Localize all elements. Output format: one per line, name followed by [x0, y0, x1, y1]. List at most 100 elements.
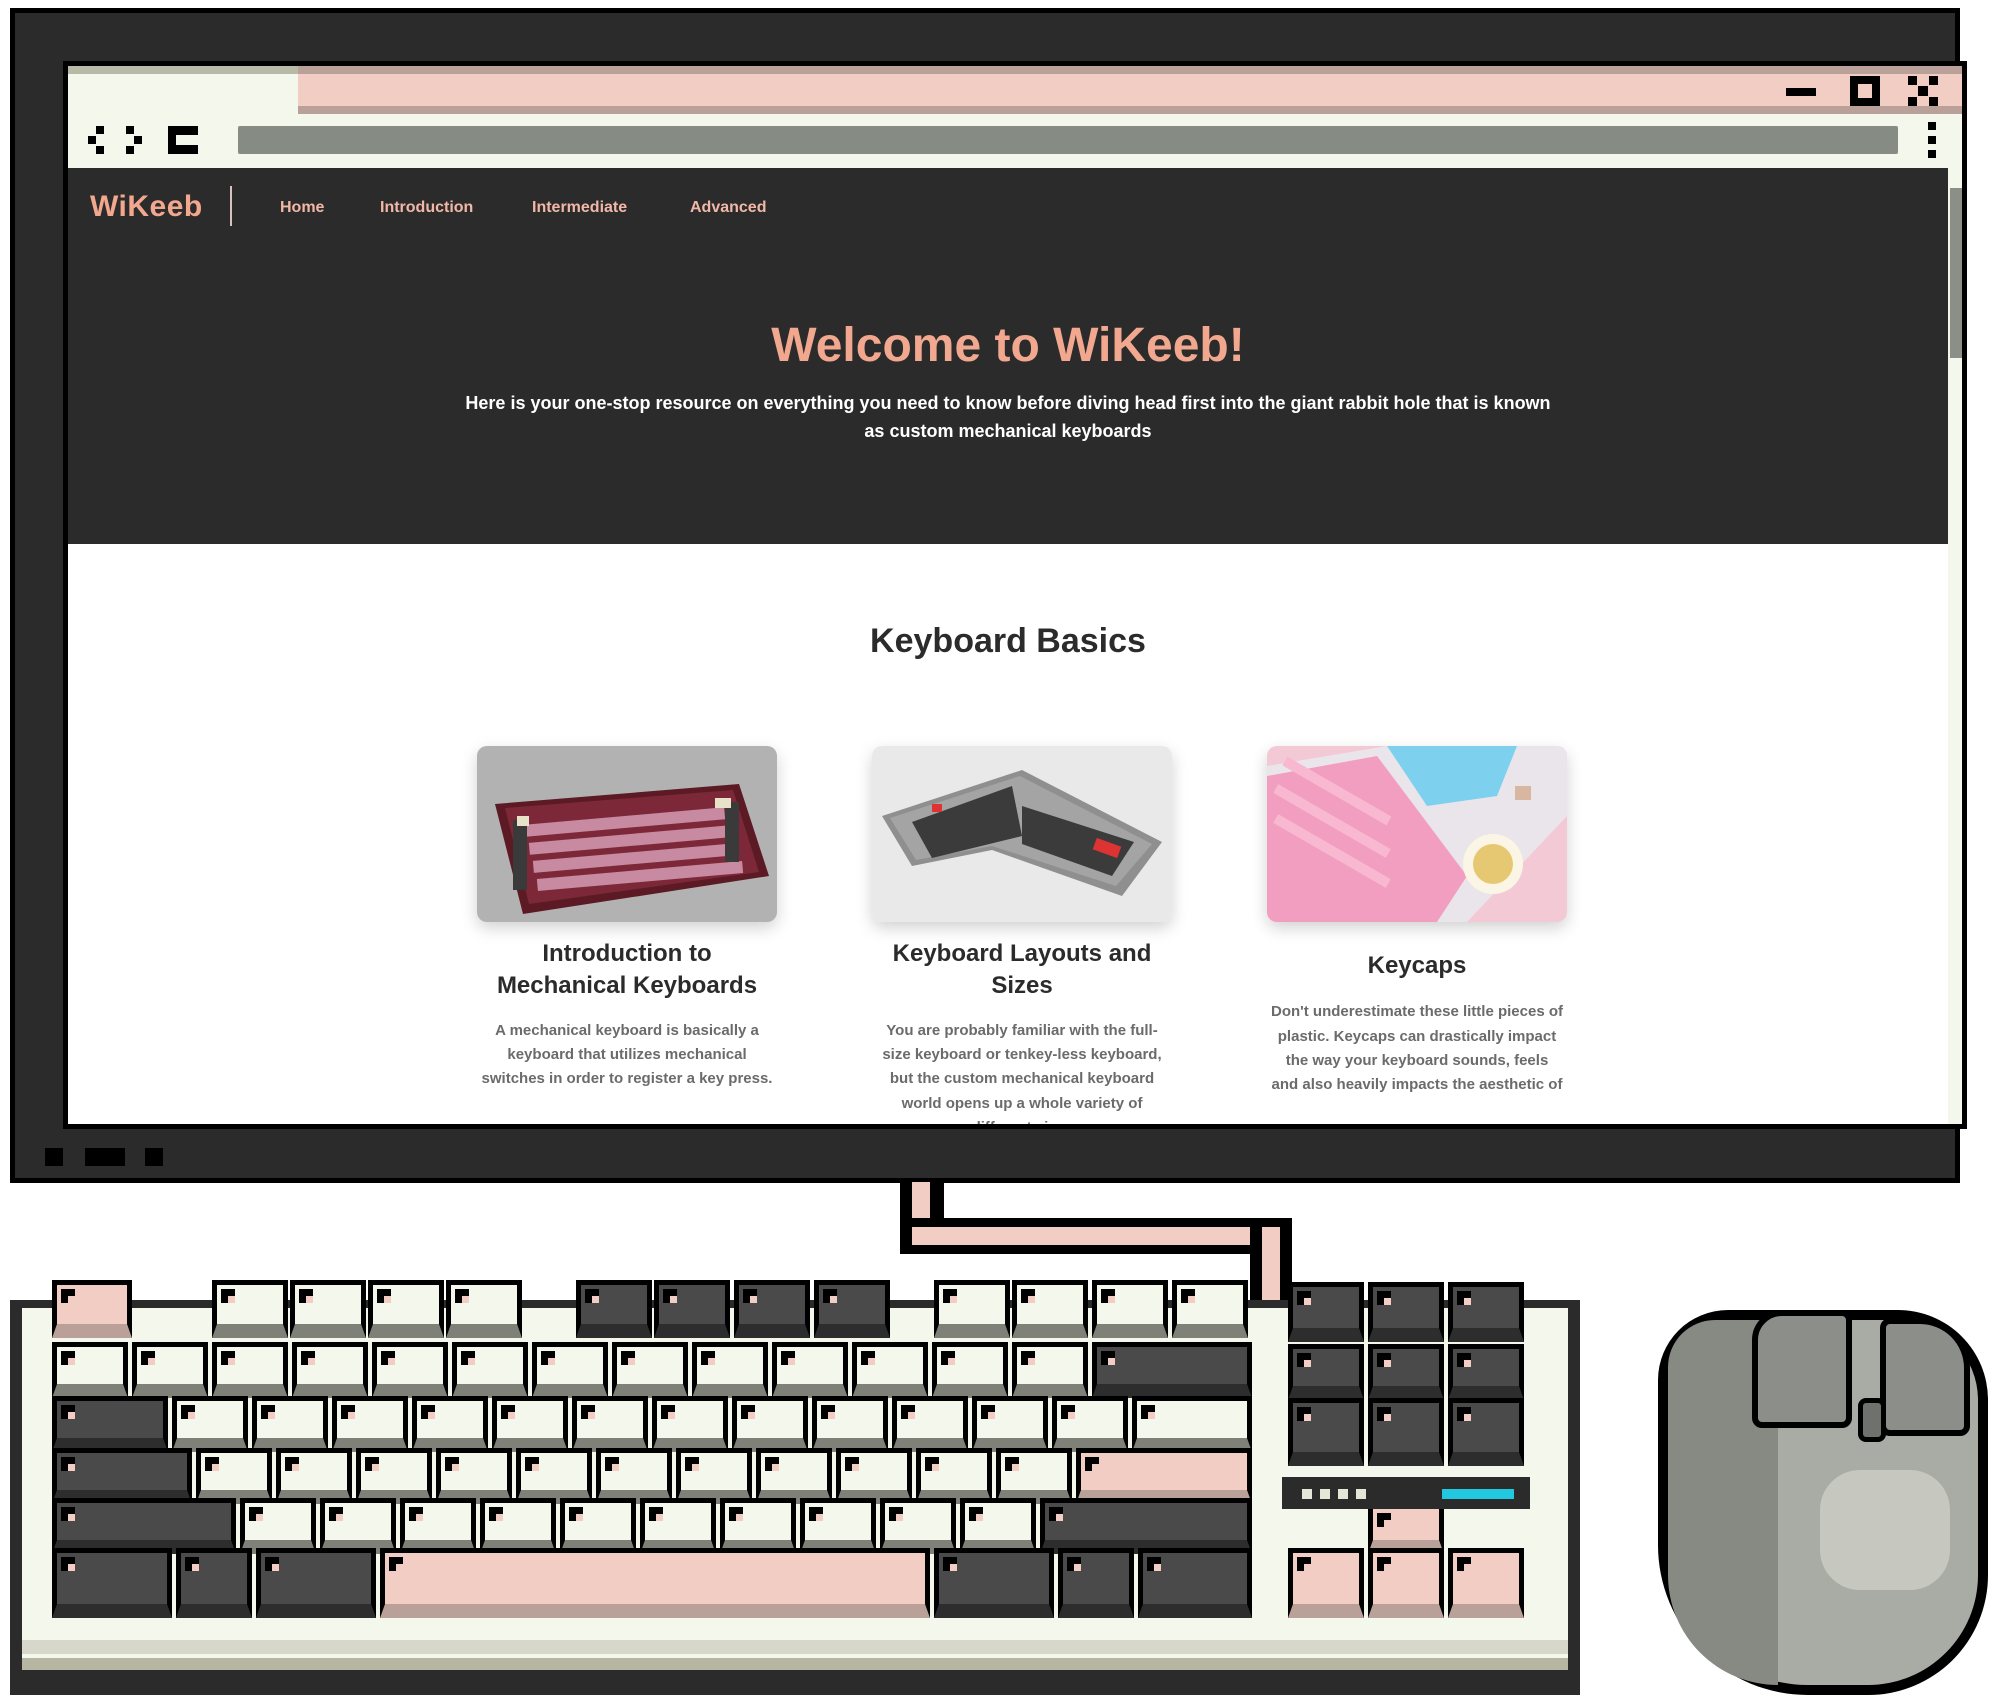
keycap-glint — [1457, 1291, 1471, 1305]
card-title[interactable]: Introduction to Mechanical Keyboards — [477, 938, 777, 1003]
keycap — [576, 1280, 652, 1338]
keycap — [596, 1448, 672, 1504]
keycap — [1448, 1282, 1524, 1342]
keycap-glint — [621, 1351, 635, 1365]
keycap-glint — [765, 1457, 779, 1471]
close-icon[interactable] — [1908, 76, 1938, 106]
keycap-glint — [781, 1351, 795, 1365]
card-layouts[interactable]: Keyboard Layouts and Sizes You are proba… — [872, 746, 1172, 1124]
keycap-glint — [925, 1457, 939, 1471]
keycap — [252, 1396, 328, 1452]
forward-icon[interactable] — [124, 126, 146, 154]
keycap — [814, 1280, 890, 1338]
keycap-glint — [1049, 1507, 1063, 1521]
keycap-glint — [249, 1507, 263, 1521]
keycap — [176, 1548, 252, 1618]
keycap — [290, 1280, 366, 1338]
keycap — [212, 1280, 288, 1338]
browser-tab[interactable] — [68, 66, 298, 114]
keyboard-status-panel — [1282, 1477, 1530, 1509]
keycap-glint — [821, 1405, 835, 1419]
reload-icon[interactable] — [168, 126, 198, 154]
keycap — [400, 1498, 476, 1554]
scrollbar-thumb[interactable] — [1950, 188, 1962, 358]
keycap — [452, 1342, 528, 1398]
kebab-menu-icon[interactable] — [1928, 122, 1938, 158]
card-image-keyboard-red[interactable] — [477, 746, 777, 922]
keycap — [320, 1498, 396, 1554]
keyboard-photo-icon — [872, 746, 1172, 922]
keycap-glint — [1297, 1557, 1311, 1571]
keycap — [1172, 1280, 1248, 1338]
mouse-right-button[interactable] — [1880, 1318, 1970, 1436]
keycap — [640, 1498, 716, 1554]
keycap — [676, 1448, 752, 1504]
keycap-glint — [341, 1405, 355, 1419]
card-intro[interactable]: Introduction to Mechanical Keyboards A m… — [477, 746, 777, 1092]
keycap — [1012, 1280, 1088, 1338]
keycap-glint — [649, 1507, 663, 1521]
back-icon[interactable] — [86, 126, 108, 154]
keycap-glint — [743, 1289, 757, 1303]
keycap-glint — [581, 1405, 595, 1419]
mouse-left-button[interactable] — [1752, 1310, 1852, 1428]
keycap-glint — [823, 1289, 837, 1303]
keycap — [892, 1396, 968, 1452]
monitor-light — [85, 1148, 125, 1166]
indicator-light — [1302, 1489, 1312, 1499]
nav-divider — [230, 186, 232, 226]
keycap-glint — [1085, 1457, 1099, 1471]
address-bar[interactable] — [238, 126, 1898, 154]
maximize-icon[interactable] — [1850, 76, 1880, 106]
card-image-keycaps[interactable] — [1267, 746, 1567, 922]
keycap — [654, 1280, 730, 1338]
keycap — [412, 1396, 488, 1452]
keycap — [1138, 1548, 1252, 1618]
card-title[interactable]: Keycaps — [1267, 950, 1567, 982]
nav-link-intermediate[interactable]: Intermediate — [532, 199, 627, 217]
monitor-light — [145, 1148, 163, 1166]
keycap-glint — [1181, 1289, 1195, 1303]
nav-link-home[interactable]: Home — [280, 199, 324, 217]
nav-link-introduction[interactable]: Introduction — [380, 199, 473, 217]
card-title[interactable]: Keyboard Layouts and Sizes — [872, 938, 1172, 1003]
keycap — [1368, 1344, 1444, 1400]
keycap-glint — [61, 1557, 75, 1571]
keycap — [1052, 1396, 1128, 1452]
minimize-icon[interactable] — [1786, 88, 1816, 96]
keycap — [972, 1396, 1048, 1452]
monitor: WiKeeb Home Introduction Intermediate Ad… — [10, 8, 1967, 1183]
keycap-glint — [969, 1507, 983, 1521]
keycap-glint — [501, 1405, 515, 1419]
card-image-keyboard-alice[interactable] — [872, 746, 1172, 922]
keycap-glint — [741, 1405, 755, 1419]
keycap — [1368, 1548, 1444, 1618]
keyboard-rim — [22, 1640, 1568, 1654]
keycap-glint — [1377, 1513, 1391, 1527]
keycap — [1448, 1344, 1524, 1400]
keycap-glint — [663, 1289, 677, 1303]
keycap — [372, 1342, 448, 1398]
card-keycaps[interactable]: Keycaps Don't underestimate these little… — [1267, 746, 1567, 1098]
keycap-glint — [1297, 1353, 1311, 1367]
keycap-glint — [1377, 1407, 1391, 1421]
keycap — [52, 1448, 192, 1504]
keycap — [1092, 1342, 1252, 1398]
keycap-glint — [221, 1289, 235, 1303]
keycap — [1448, 1548, 1524, 1618]
keycap-glint — [1101, 1289, 1115, 1303]
keycap-glint — [285, 1457, 299, 1471]
keycap-glint — [569, 1507, 583, 1521]
mouse-wheel[interactable] — [1858, 1398, 1886, 1442]
keycap-glint — [861, 1351, 875, 1365]
keycap-glint — [181, 1405, 195, 1419]
keycap — [996, 1448, 1072, 1504]
keycap-glint — [185, 1557, 199, 1571]
keycap — [960, 1498, 1036, 1554]
keycap-glint — [1457, 1407, 1471, 1421]
keycap-glint — [1377, 1291, 1391, 1305]
keycap — [532, 1342, 608, 1398]
nav-link-advanced[interactable]: Advanced — [690, 199, 766, 217]
site-logo[interactable]: WiKeeb — [90, 190, 203, 224]
keycap-glint — [1147, 1557, 1161, 1571]
